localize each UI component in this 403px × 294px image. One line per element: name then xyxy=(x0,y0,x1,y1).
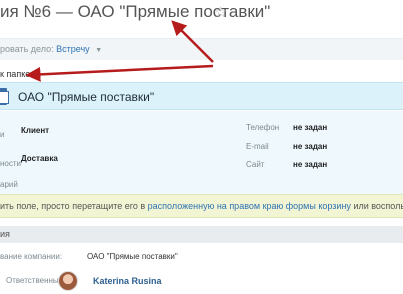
company-card-icon xyxy=(0,88,9,105)
plan-activity-label: ровать дело: Встречу ▼ xyxy=(0,44,102,54)
company-name-value: ОАО "Прямые поставки" xyxy=(87,252,178,261)
chevron-down-icon[interactable]: ▼ xyxy=(95,47,102,54)
plan-activity-row: ровать дело: Встречу ▼ xyxy=(0,38,403,60)
responsible-label: Ответственный: xyxy=(6,276,66,285)
hint-link[interactable]: расположенную на правом краю формы корзи… xyxy=(148,201,351,211)
industry-value: Доставка xyxy=(21,154,58,163)
section-header: ия xyxy=(0,226,403,243)
site-value: не задан xyxy=(293,160,328,169)
type-value: Клиент xyxy=(21,126,50,135)
company-name-label: вание компании: xyxy=(0,252,63,261)
company-header: ОАО "Прямые поставки" xyxy=(0,82,403,110)
page-title: ия №6 — ОАО "Прямые поставки" xyxy=(0,2,271,21)
email-label: E-mail xyxy=(246,142,269,151)
comment-label: арий xyxy=(0,180,18,189)
industry-label: ности xyxy=(0,159,21,168)
hint-text-before: ить поле, просто перетащите его в xyxy=(0,201,146,211)
plan-activity-text: ровать дело: xyxy=(0,44,54,54)
site-label: Сайт xyxy=(246,160,265,169)
title-bar: ия №6 — ОАО "Прямые поставки" ☆ xyxy=(0,0,403,30)
responsible-name-link[interactable]: Katerina Rusina xyxy=(93,276,162,286)
company-info-panel: и Клиент ности Доставка арий Телефон не … xyxy=(0,111,403,194)
arrow-to-folder-link xyxy=(25,64,214,82)
plan-meeting-link[interactable]: Встречу xyxy=(56,44,90,54)
drag-hint-bar: ить поле, просто перетащите его в распол… xyxy=(0,194,403,218)
hint-text-after: или воспользуйтесь контекстным м xyxy=(353,201,403,211)
back-to-folder-link[interactable]: к папке xyxy=(0,67,30,81)
email-value: не задан xyxy=(293,142,328,151)
star-icon[interactable]: ☆ xyxy=(214,3,227,21)
avatar[interactable] xyxy=(58,271,78,291)
phone-value: не задан xyxy=(293,123,328,132)
phone-label: Телефон xyxy=(246,123,280,132)
company-name: ОАО "Прямые поставки" xyxy=(18,90,155,104)
type-label: и xyxy=(0,130,5,139)
